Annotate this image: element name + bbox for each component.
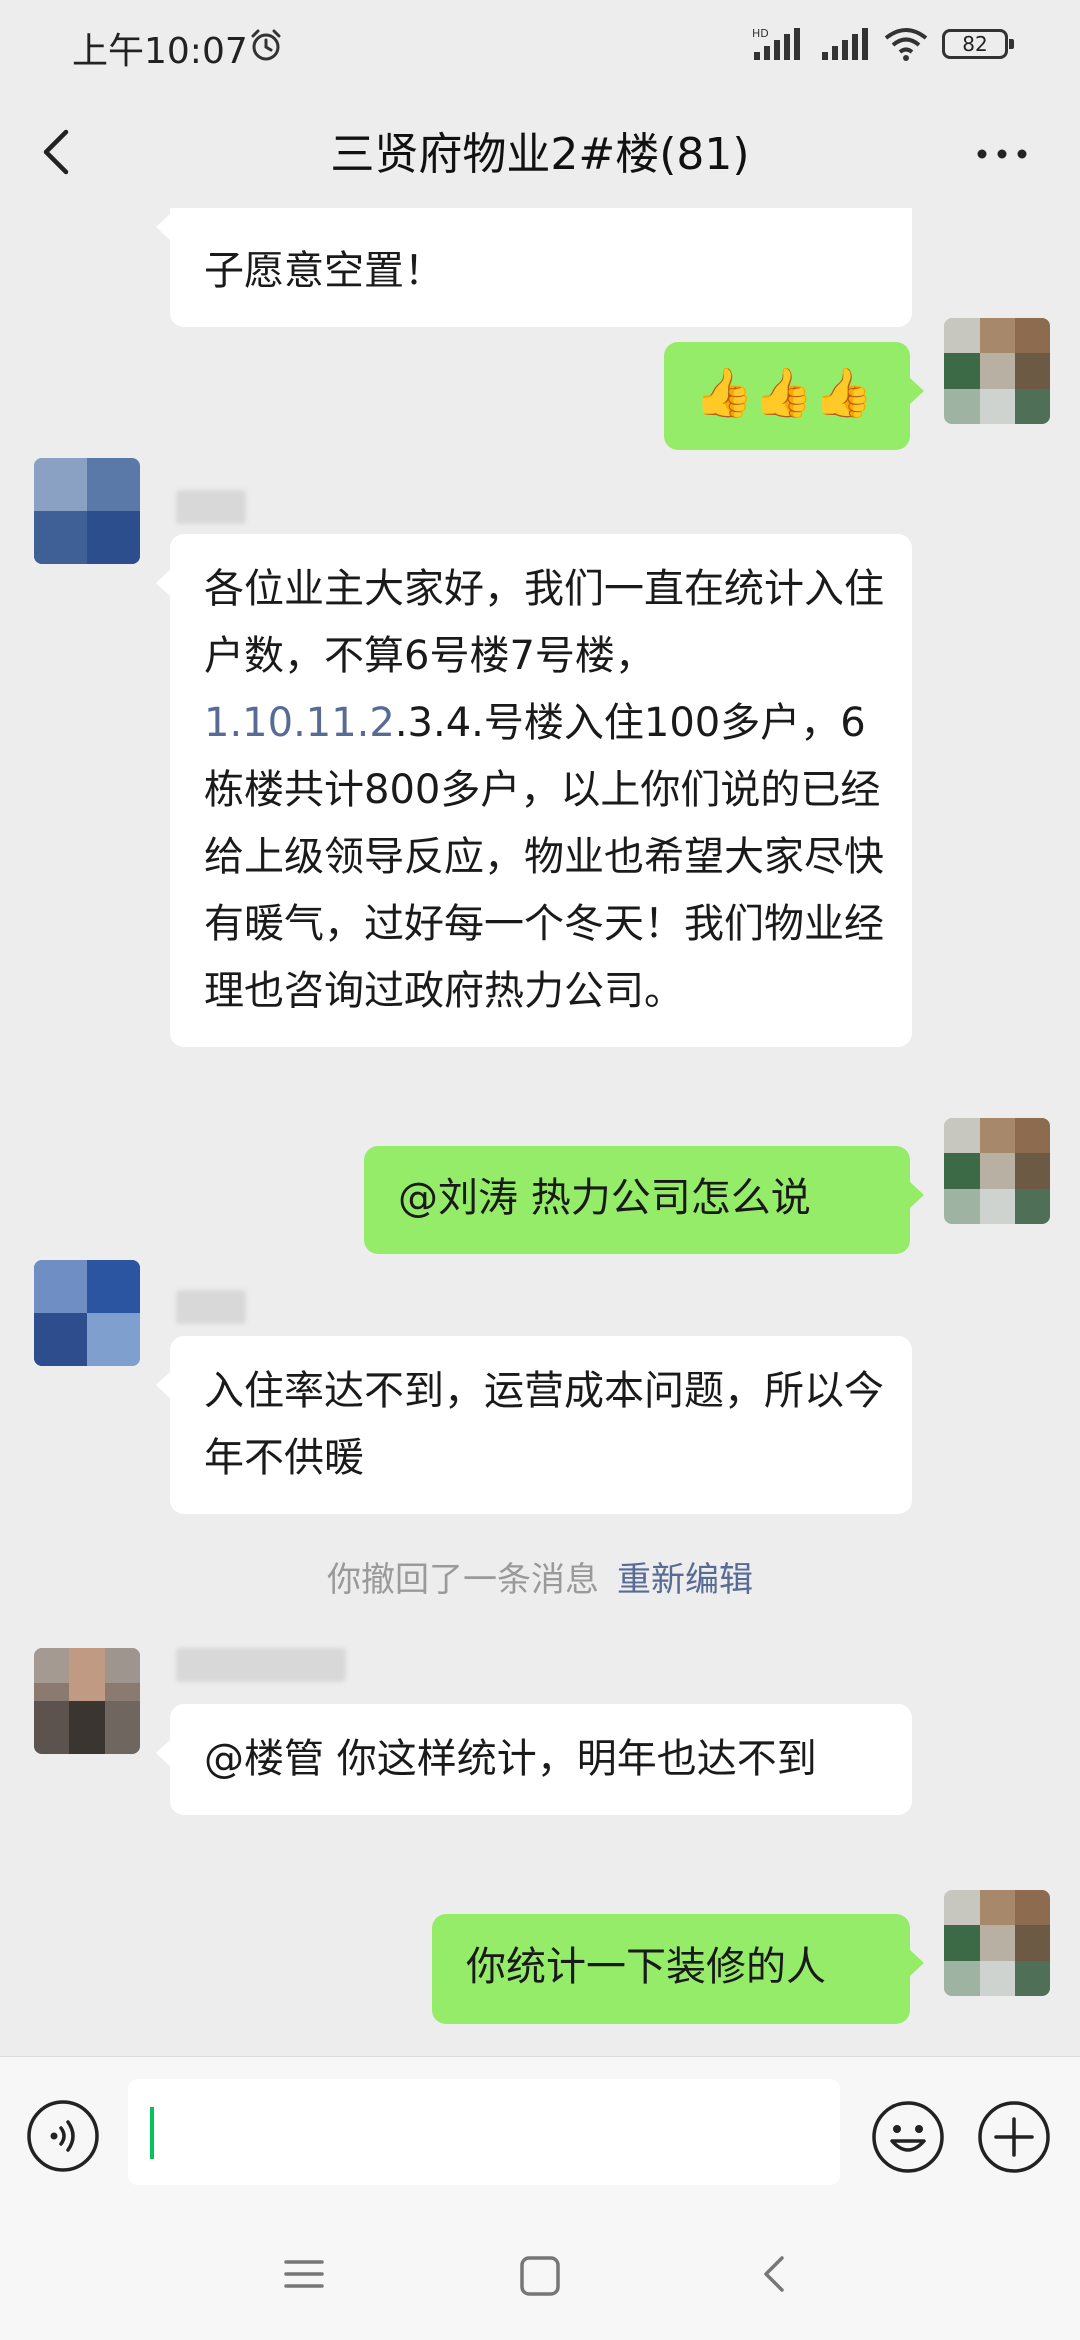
avatar-sender[interactable]	[34, 1260, 140, 1366]
sender-name	[176, 490, 246, 524]
thumbs-up-emoji: 👍👍👍	[694, 365, 874, 421]
avatar-sender[interactable]	[34, 458, 140, 564]
recent-apps-icon[interactable]	[280, 2250, 328, 2298]
home-icon[interactable]	[514, 2250, 566, 2302]
message-input[interactable]	[128, 2079, 840, 2185]
system-navigation-bar	[0, 2206, 1080, 2340]
chat-header: 三贤府物业2#楼(81)	[0, 96, 1080, 208]
recall-text: 你撤回了一条消息	[327, 1560, 599, 1600]
input-bar	[0, 2056, 1080, 2207]
message-bubble[interactable]: 你统计一下装修的人	[432, 1914, 924, 2024]
avatar-self[interactable]	[944, 1890, 1050, 1996]
nav-back-icon[interactable]	[752, 2250, 800, 2298]
more-dots-icon[interactable]	[972, 124, 1032, 184]
sender-name	[176, 1290, 246, 1324]
sender-name	[176, 1648, 346, 1682]
voice-icon[interactable]	[26, 2099, 100, 2173]
wifi-icon	[884, 28, 928, 61]
alarm-clock-icon	[251, 29, 281, 61]
avatar-self[interactable]	[944, 1118, 1050, 1224]
status-time: 上午10:07	[72, 31, 248, 72]
message-text: 入住率达不到，运营成本问题，所以今年不供暖	[204, 1368, 884, 1481]
message-text: 子愿意空置！	[204, 248, 444, 294]
recall-notice: 你撤回了一条消息 重新编辑	[0, 1552, 1080, 1601]
message-bubble[interactable]: @刘涛 热力公司怎么说	[364, 1146, 924, 1254]
message-text-continued: .3.4.号楼入住100多户，6栋楼共计800多户，以上你们说的已经给上级领导反…	[204, 700, 884, 1014]
avatar-self[interactable]	[944, 318, 1050, 424]
battery-indicator: 82	[942, 29, 1014, 59]
message-link[interactable]: 1.10.11.2	[204, 700, 395, 746]
text-cursor	[150, 2107, 154, 2159]
chat-message-list[interactable]: 子愿意空置！ 👍👍👍 各位业主大家好，我们一直在统计入住户数，不算6号楼7号楼，…	[0, 208, 1080, 2056]
status-bar: 上午10:07 HD 82	[0, 0, 1080, 96]
message-bubble[interactable]: @楼管 你这样统计，明年也达不到	[156, 1704, 912, 1815]
message-bubble[interactable]: 👍👍👍	[664, 342, 924, 450]
message-text: @刘涛 热力公司怎么说	[398, 1175, 811, 1221]
message-text: 各位业主大家好，我们一直在统计入住户数，不算6号楼7号楼，	[204, 566, 884, 679]
re-edit-link[interactable]: 重新编辑	[617, 1560, 753, 1600]
status-indicators: HD 82	[752, 26, 1014, 62]
avatar-sender[interactable]	[34, 1648, 140, 1754]
svg-text:HD: HD	[752, 27, 769, 40]
plus-icon[interactable]	[976, 2099, 1052, 2175]
chat-title: 三贤府物业2#楼(81)	[330, 129, 750, 180]
message-bubble[interactable]: 各位业主大家好，我们一直在统计入住户数，不算6号楼7号楼， 1.10.11.2.3…	[156, 534, 912, 1047]
message-bubble[interactable]: 入住率达不到，运营成本问题，所以今年不供暖	[156, 1336, 912, 1514]
signal-icon: HD	[752, 27, 800, 60]
emoji-icon[interactable]	[870, 2099, 946, 2175]
message-text: @楼管 你这样统计，明年也达不到	[204, 1736, 817, 1782]
message-text: 你统计一下装修的人	[466, 1944, 826, 1990]
signal-icon-2	[822, 28, 868, 60]
message-bubble[interactable]: 子愿意空置！	[156, 208, 912, 327]
